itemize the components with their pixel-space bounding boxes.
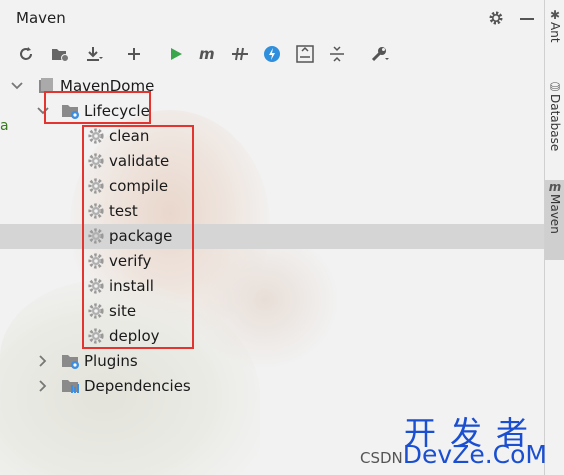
lightning-icon[interactable] — [260, 42, 284, 66]
collapse-all-icon[interactable] — [293, 42, 317, 66]
sidebar-tab-label: Maven — [548, 194, 562, 234]
sidebar-tab-label: Ant — [548, 22, 562, 43]
right-tool-stripe: ✱ Ant ⛁ Database m Maven — [544, 0, 564, 475]
watermark-devze: DevZe.CoM — [402, 440, 547, 469]
add-icon[interactable] — [122, 42, 146, 66]
watermark-csdn: CSDN — [360, 449, 403, 467]
sidebar-tab-database[interactable]: ⛁ Database — [545, 80, 564, 170]
tree-node-plugins[interactable]: Plugins — [0, 349, 544, 374]
dependencies-folder-icon — [61, 377, 79, 395]
maven-toolbar: m — [0, 38, 544, 70]
folder-add-icon[interactable] — [48, 42, 72, 66]
expand-all-icon[interactable] — [325, 42, 349, 66]
chevron-right-icon[interactable] — [36, 353, 50, 367]
download-icon[interactable] — [82, 42, 106, 66]
ant-icon: ✱ — [549, 8, 561, 22]
wrench-icon[interactable] — [368, 42, 392, 66]
plugins-label: Plugins — [84, 352, 138, 370]
reload-icon[interactable] — [14, 42, 38, 66]
gear-icon[interactable] — [488, 10, 504, 26]
sidebar-tab-maven[interactable]: m Maven — [545, 180, 564, 260]
svg-text:m: m — [199, 46, 215, 62]
dependencies-label: Dependencies — [84, 377, 191, 395]
tree-node-dependencies[interactable]: Dependencies — [0, 374, 544, 399]
database-icon: ⛁ — [549, 80, 561, 94]
tool-window-title: Maven — [16, 9, 66, 27]
lifecycle-highlight-box — [44, 91, 151, 124]
maven-m-icon[interactable]: m — [196, 42, 220, 66]
watermark-brand: CSDNDevZe.CoM — [360, 440, 547, 469]
run-icon[interactable] — [164, 42, 188, 66]
phases-highlight-box — [82, 125, 194, 349]
sidebar-tab-ant[interactable]: ✱ Ant — [545, 8, 564, 68]
plugins-folder-icon — [61, 352, 79, 370]
minimize-icon[interactable] — [520, 18, 534, 20]
toggle-offline-icon[interactable] — [228, 42, 252, 66]
maven-tool-window: Maven m MavenDome Lifecycle clean valida… — [0, 0, 544, 475]
tool-window-header: Maven — [0, 0, 544, 36]
maven-m-icon: m — [548, 180, 562, 194]
sidebar-tab-label: Database — [548, 94, 562, 152]
chevron-right-icon[interactable] — [36, 378, 50, 392]
chevron-down-icon[interactable] — [10, 78, 24, 92]
